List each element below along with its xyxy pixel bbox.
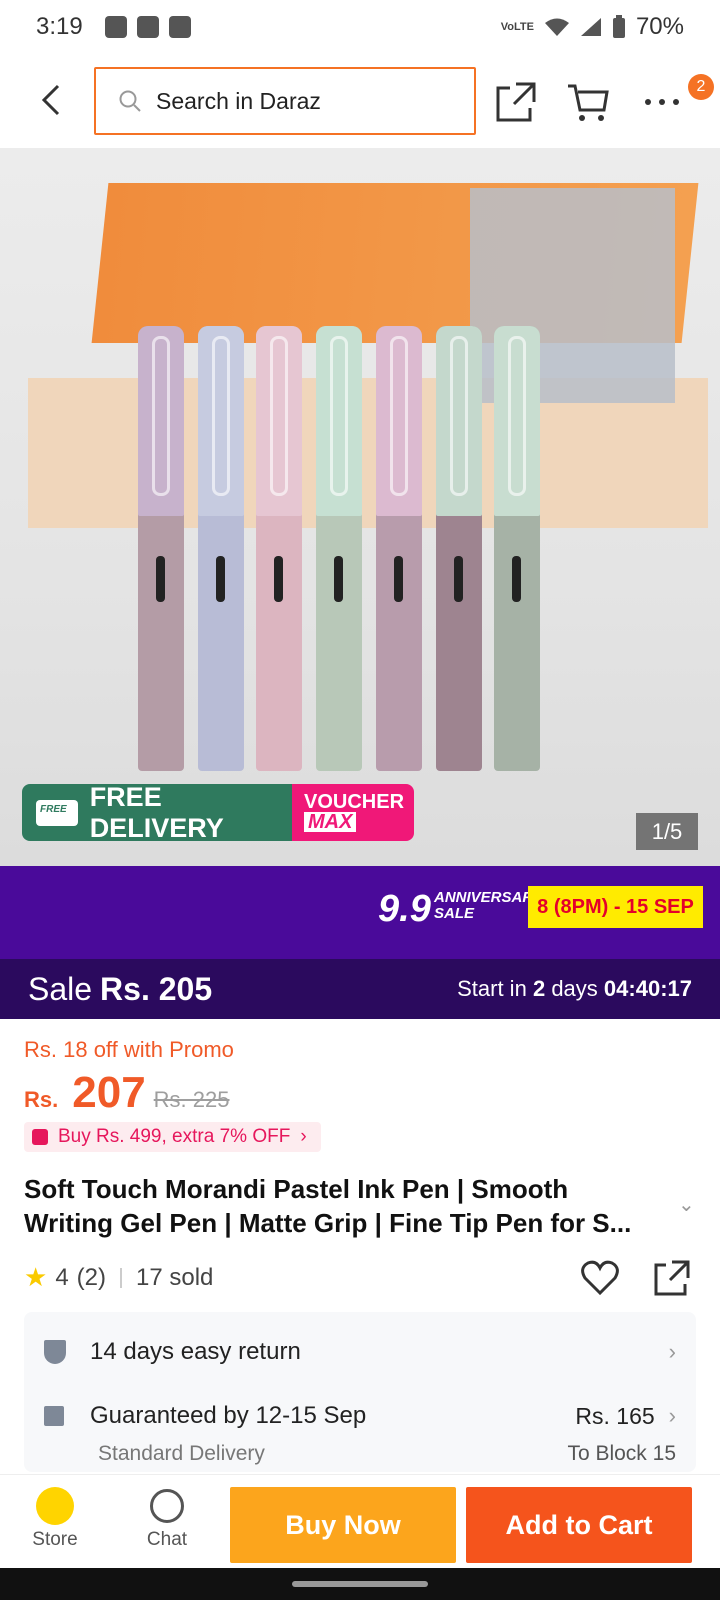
voucher-label: VOUCHER [304, 791, 405, 813]
battery-icon [612, 15, 625, 38]
sale-bar: Sale Rs. 205 Start in 2 days 04:40:17 [0, 959, 720, 1019]
buy-now-button[interactable]: Buy Now [230, 1487, 456, 1563]
return-policy-label: 14 days easy return [90, 1338, 301, 1365]
delivery-row[interactable]: Guaranteed by 12-15 Sep Rs. 165 › [44, 1402, 676, 1430]
return-policy-row[interactable]: 14 days easy return › [44, 1332, 676, 1372]
chevron-right-icon: › [300, 1126, 307, 1147]
pen-image [138, 326, 184, 771]
chevron-right-icon: › [668, 1403, 676, 1428]
star-icon: ★ [24, 1262, 48, 1292]
pen-image [198, 326, 244, 771]
sale-countdown: Start in 2 days 04:40:17 [457, 976, 692, 1001]
current-price: 207 [72, 1068, 146, 1117]
more-options-icon[interactable] [640, 80, 684, 124]
extra-discount-offer[interactable]: Buy Rs. 499, extra 7% OFF › [24, 1122, 321, 1152]
wishlist-heart-icon[interactable] [580, 1258, 620, 1298]
notification-icon [104, 16, 127, 38]
store-logo-icon [36, 1487, 74, 1525]
battery-percent: 70% [635, 13, 684, 40]
campaign-dates: 8 (8PM) - 15 SEP [528, 886, 703, 928]
delivery-guarantee: Guaranteed by 12-15 Sep [90, 1402, 367, 1429]
store-button[interactable]: Store [10, 1487, 100, 1551]
tag-icon [32, 1129, 48, 1145]
store-label: Store [32, 1529, 78, 1550]
gesture-bar [0, 1568, 720, 1600]
pen-image [494, 326, 540, 771]
delivery-type: Standard Delivery [98, 1442, 265, 1465]
chat-icon [150, 1489, 184, 1523]
truck-icon: FREE [36, 799, 78, 826]
search-icon [119, 90, 141, 112]
service-info-card: 14 days easy return › Guaranteed by 12-1… [24, 1312, 696, 1472]
rating-row[interactable]: ★ 4 (2) 17 sold [24, 1262, 213, 1293]
delivery-icon [44, 1406, 64, 1426]
share-icon[interactable] [494, 80, 538, 124]
search-placeholder: Search in Daraz [156, 87, 321, 114]
add-to-cart-button[interactable]: Add to Cart [466, 1487, 692, 1563]
voucher-max-badge: VOUCHER MAX [292, 784, 414, 841]
image-pager: 1/5 [636, 813, 698, 850]
search-input[interactable]: Search in Daraz [94, 67, 476, 135]
chat-button[interactable]: Chat [122, 1487, 212, 1551]
price-currency: Rs. [24, 1087, 59, 1112]
status-bar: 3:19 VoLTE 70% [0, 0, 720, 54]
delivery-destination: To Block 15 [567, 1442, 676, 1465]
divider [120, 1267, 123, 1288]
back-arrow-icon[interactable] [32, 80, 72, 120]
bottom-action-bar: Store Chat Buy Now Add to Cart [0, 1474, 720, 1568]
product-title: Soft Touch Morandi Pastel Ink Pen | Smoo… [24, 1174, 632, 1238]
share-icon[interactable] [652, 1258, 692, 1298]
wifi-icon [544, 18, 569, 36]
free-delivery-badge: FREE FREE DELIVERY [22, 781, 292, 843]
header: Search in Daraz 2 [0, 54, 720, 148]
rating-value: 4 [55, 1263, 69, 1291]
pen-image [316, 326, 362, 771]
cart-icon[interactable] [566, 80, 610, 124]
chevron-down-icon[interactable]: ⌄ [678, 1192, 695, 1217]
sale-price: Rs. 205 [100, 970, 213, 1007]
price-row: Rs. 207 Rs. 225 [24, 1068, 230, 1118]
product-image-carousel[interactable] [0, 148, 720, 866]
chat-label: Chat [146, 1529, 188, 1550]
shield-icon [44, 1340, 66, 1364]
voucher-max-label: MAX [304, 812, 357, 832]
extra-offer-label: Buy Rs. 499, extra 7% OFF [58, 1126, 291, 1147]
promo-text: Rs. 18 off with Promo [24, 1037, 234, 1062]
review-count: (2) [76, 1263, 107, 1291]
notification-icon [136, 16, 159, 38]
status-time: 3:19 [36, 13, 83, 40]
cart-count-badge: 2 [688, 74, 714, 100]
pen-image [436, 326, 482, 771]
chevron-right-icon: › [668, 1339, 676, 1364]
notification-icon [168, 16, 191, 38]
campaign-number: 9.9 [378, 888, 431, 930]
campaign-name: ANNIVERSARY SALE [434, 889, 543, 922]
sold-count: 17 sold [136, 1263, 214, 1291]
sale-label: Sale [28, 970, 93, 1007]
pen-image [376, 326, 422, 771]
free-delivery-label: FREE DELIVERY [89, 781, 224, 843]
pen-image [256, 326, 302, 771]
original-price: Rs. 225 [153, 1087, 230, 1112]
delivery-price: Rs. 165 [575, 1402, 655, 1429]
home-gesture-handle[interactable] [292, 1581, 428, 1587]
campaign-banner[interactable]: 9.9 ANNIVERSARY SALE 8 (8PM) - 15 SEP [0, 866, 720, 959]
volte-icon: VoLTE [500, 21, 534, 33]
delivery-details: Standard Delivery To Block 15 [98, 1442, 676, 1466]
signal-icon [580, 18, 601, 36]
